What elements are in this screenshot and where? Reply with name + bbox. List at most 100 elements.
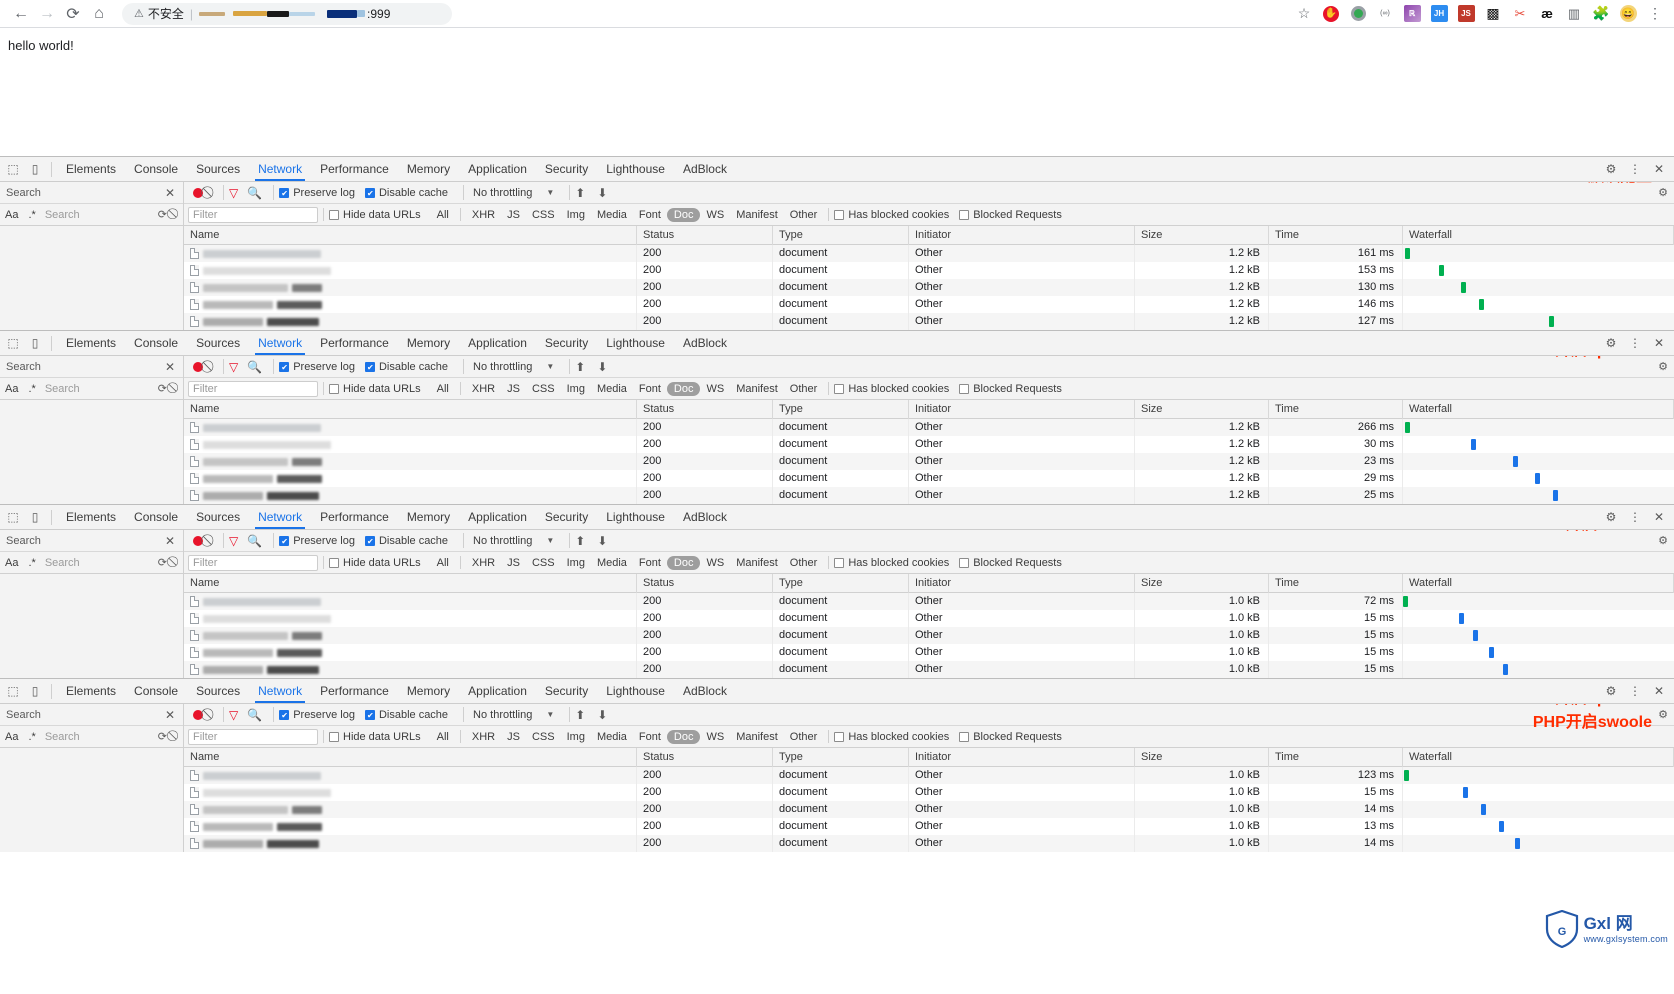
device-toolbar-icon[interactable]: ▯ bbox=[24, 506, 46, 528]
request-name-cell[interactable] bbox=[184, 818, 637, 835]
devtools-tab-adblock[interactable]: AdBlock bbox=[674, 679, 736, 703]
has-blocked-cookies-label[interactable]: Has blocked cookies bbox=[848, 383, 949, 395]
devtools-tab-application[interactable]: Application bbox=[459, 505, 536, 529]
column-header-initiator[interactable]: Initiator bbox=[909, 747, 1135, 767]
regex-icon[interactable]: .* bbox=[28, 557, 35, 569]
filter-type-ws[interactable]: WS bbox=[700, 731, 730, 743]
preserve-log-checkbox[interactable] bbox=[279, 187, 290, 199]
search-close-icon[interactable]: ✕ bbox=[165, 360, 183, 374]
devtools-tab-adblock[interactable]: AdBlock bbox=[674, 157, 736, 181]
has-blocked-cookies-label[interactable]: Has blocked cookies bbox=[848, 209, 949, 221]
disable-cache-checkbox[interactable] bbox=[364, 361, 375, 373]
devtools-tab-network[interactable]: Network bbox=[249, 679, 311, 703]
filter-type-js[interactable]: JS bbox=[501, 557, 526, 569]
devtools-tab-network[interactable]: Network bbox=[249, 157, 311, 181]
devtools-tab-lighthouse[interactable]: Lighthouse bbox=[597, 679, 674, 703]
filter-input[interactable]: Filter bbox=[188, 380, 318, 397]
network-settings-gear-icon[interactable]: ⚙ bbox=[1652, 182, 1674, 204]
devtools-tab-lighthouse[interactable]: Lighthouse bbox=[597, 331, 674, 355]
more-options-icon[interactable]: ⋮ bbox=[1624, 332, 1646, 354]
column-header-status[interactable]: Status bbox=[637, 573, 773, 593]
column-header-size[interactable]: Size bbox=[1135, 747, 1269, 767]
request-name-cell[interactable] bbox=[184, 296, 637, 313]
devtools-tab-elements[interactable]: Elements bbox=[57, 157, 125, 181]
search-close-icon[interactable]: ✕ bbox=[165, 186, 183, 200]
more-options-icon[interactable]: ⋮ bbox=[1624, 158, 1646, 180]
filter-type-img[interactable]: Img bbox=[561, 557, 591, 569]
devtools-tab-application[interactable]: Application bbox=[459, 331, 536, 355]
table-row[interactable]: 200 document Other 1.0 kB 15 ms bbox=[184, 784, 1674, 801]
book-extension-icon[interactable]: ▥ bbox=[1565, 5, 1583, 23]
filter-type-doc[interactable]: Doc bbox=[666, 207, 701, 222]
filter-input[interactable]: Filter bbox=[188, 206, 318, 223]
request-name-cell[interactable] bbox=[184, 784, 637, 801]
blocked-requests-checkbox[interactable] bbox=[959, 383, 970, 394]
has-blocked-cookies-label[interactable]: Has blocked cookies bbox=[848, 731, 949, 743]
match-case-icon[interactable]: Aa bbox=[5, 209, 18, 221]
table-row[interactable]: 200 document Other 1.2 kB 146 ms bbox=[184, 296, 1674, 313]
disable-cache-checkbox[interactable] bbox=[364, 535, 375, 547]
jh-extension-icon[interactable]: JH bbox=[1430, 5, 1448, 23]
search-magnifier-icon[interactable]: 🔍 bbox=[247, 186, 262, 200]
filter-type-doc[interactable]: Doc bbox=[666, 381, 701, 396]
search-magnifier-icon[interactable]: 🔍 bbox=[247, 360, 262, 374]
preserve-log-checkbox[interactable] bbox=[279, 361, 290, 373]
disable-cache-label[interactable]: Disable cache bbox=[379, 709, 448, 721]
column-header-type[interactable]: Type bbox=[773, 747, 909, 767]
request-name-cell[interactable] bbox=[184, 436, 637, 453]
column-header-time[interactable]: Time bbox=[1269, 225, 1403, 245]
filter-type-ws[interactable]: WS bbox=[700, 209, 730, 221]
import-har-icon[interactable]: ⬆ bbox=[575, 534, 585, 548]
filter-type-all[interactable]: All bbox=[431, 731, 455, 743]
inspect-element-icon[interactable]: ⬚ bbox=[2, 158, 24, 180]
devtools-tab-application[interactable]: Application bbox=[459, 679, 536, 703]
disable-cache-label[interactable]: Disable cache bbox=[379, 187, 448, 199]
request-name-cell[interactable] bbox=[184, 835, 637, 852]
devtools-tab-lighthouse[interactable]: Lighthouse bbox=[597, 505, 674, 529]
network-settings-gear-icon[interactable]: ⚙ bbox=[1652, 704, 1674, 726]
search-refresh-icon[interactable]: ⟳ bbox=[158, 208, 167, 221]
more-options-icon[interactable]: ⋮ bbox=[1624, 680, 1646, 702]
devtools-tab-security[interactable]: Security bbox=[536, 505, 597, 529]
hide-data-urls-checkbox[interactable] bbox=[329, 557, 339, 568]
filter-type-manifest[interactable]: Manifest bbox=[730, 731, 784, 743]
table-row[interactable]: 200 document Other 1.2 kB 153 ms bbox=[184, 262, 1674, 279]
request-name-cell[interactable] bbox=[184, 245, 637, 262]
request-name-cell[interactable] bbox=[184, 661, 637, 678]
match-case-icon[interactable]: Aa bbox=[5, 731, 18, 743]
bookmark-star-icon[interactable]: ☆ bbox=[1295, 5, 1313, 23]
devtools-tab-sources[interactable]: Sources bbox=[187, 505, 249, 529]
regex-icon[interactable]: .* bbox=[28, 383, 35, 395]
settings-gear-icon[interactable]: ⚙ bbox=[1600, 158, 1622, 180]
request-name-cell[interactable] bbox=[184, 262, 637, 279]
throttling-select[interactable]: No throttling bbox=[473, 187, 532, 199]
table-row[interactable]: 200 document Other 1.0 kB 13 ms bbox=[184, 818, 1674, 835]
import-har-icon[interactable]: ⬆ bbox=[575, 708, 585, 722]
hide-data-urls-label[interactable]: Hide data URLs bbox=[343, 557, 421, 569]
filter-type-xhr[interactable]: XHR bbox=[466, 731, 501, 743]
hide-data-urls-label[interactable]: Hide data URLs bbox=[343, 383, 421, 395]
inspect-element-icon[interactable]: ⬚ bbox=[2, 332, 24, 354]
filter-type-doc[interactable]: Doc bbox=[666, 555, 701, 570]
table-row[interactable]: 200 document Other 1.2 kB 266 ms bbox=[184, 419, 1674, 436]
search-close-icon[interactable]: ✕ bbox=[165, 708, 183, 722]
devtools-tab-console[interactable]: Console bbox=[125, 331, 187, 355]
network-settings-gear-icon[interactable]: ⚙ bbox=[1652, 530, 1674, 552]
filter-funnel-icon[interactable]: ▽ bbox=[229, 186, 238, 200]
filter-type-css[interactable]: CSS bbox=[526, 557, 561, 569]
qrcode-extension-icon[interactable]: ▩ bbox=[1484, 5, 1502, 23]
close-devtools-icon[interactable]: ✕ bbox=[1648, 332, 1670, 354]
filter-type-media[interactable]: Media bbox=[591, 557, 633, 569]
request-name-cell[interactable] bbox=[184, 767, 637, 784]
devtools-tab-elements[interactable]: Elements bbox=[57, 505, 125, 529]
disable-cache-checkbox[interactable] bbox=[364, 709, 375, 721]
has-blocked-cookies-checkbox[interactable] bbox=[834, 557, 845, 568]
profile-avatar[interactable]: 😄 bbox=[1619, 5, 1637, 23]
filter-type-xhr[interactable]: XHR bbox=[466, 557, 501, 569]
devtools-tab-security[interactable]: Security bbox=[536, 679, 597, 703]
close-devtools-icon[interactable]: ✕ bbox=[1648, 506, 1670, 528]
table-row[interactable]: 200 document Other 1.2 kB 23 ms bbox=[184, 453, 1674, 470]
kebab-menu-icon[interactable]: ⋮ bbox=[1646, 5, 1664, 23]
blocked-requests-label[interactable]: Blocked Requests bbox=[973, 557, 1062, 569]
ae-extension-icon[interactable]: æ bbox=[1538, 5, 1556, 23]
